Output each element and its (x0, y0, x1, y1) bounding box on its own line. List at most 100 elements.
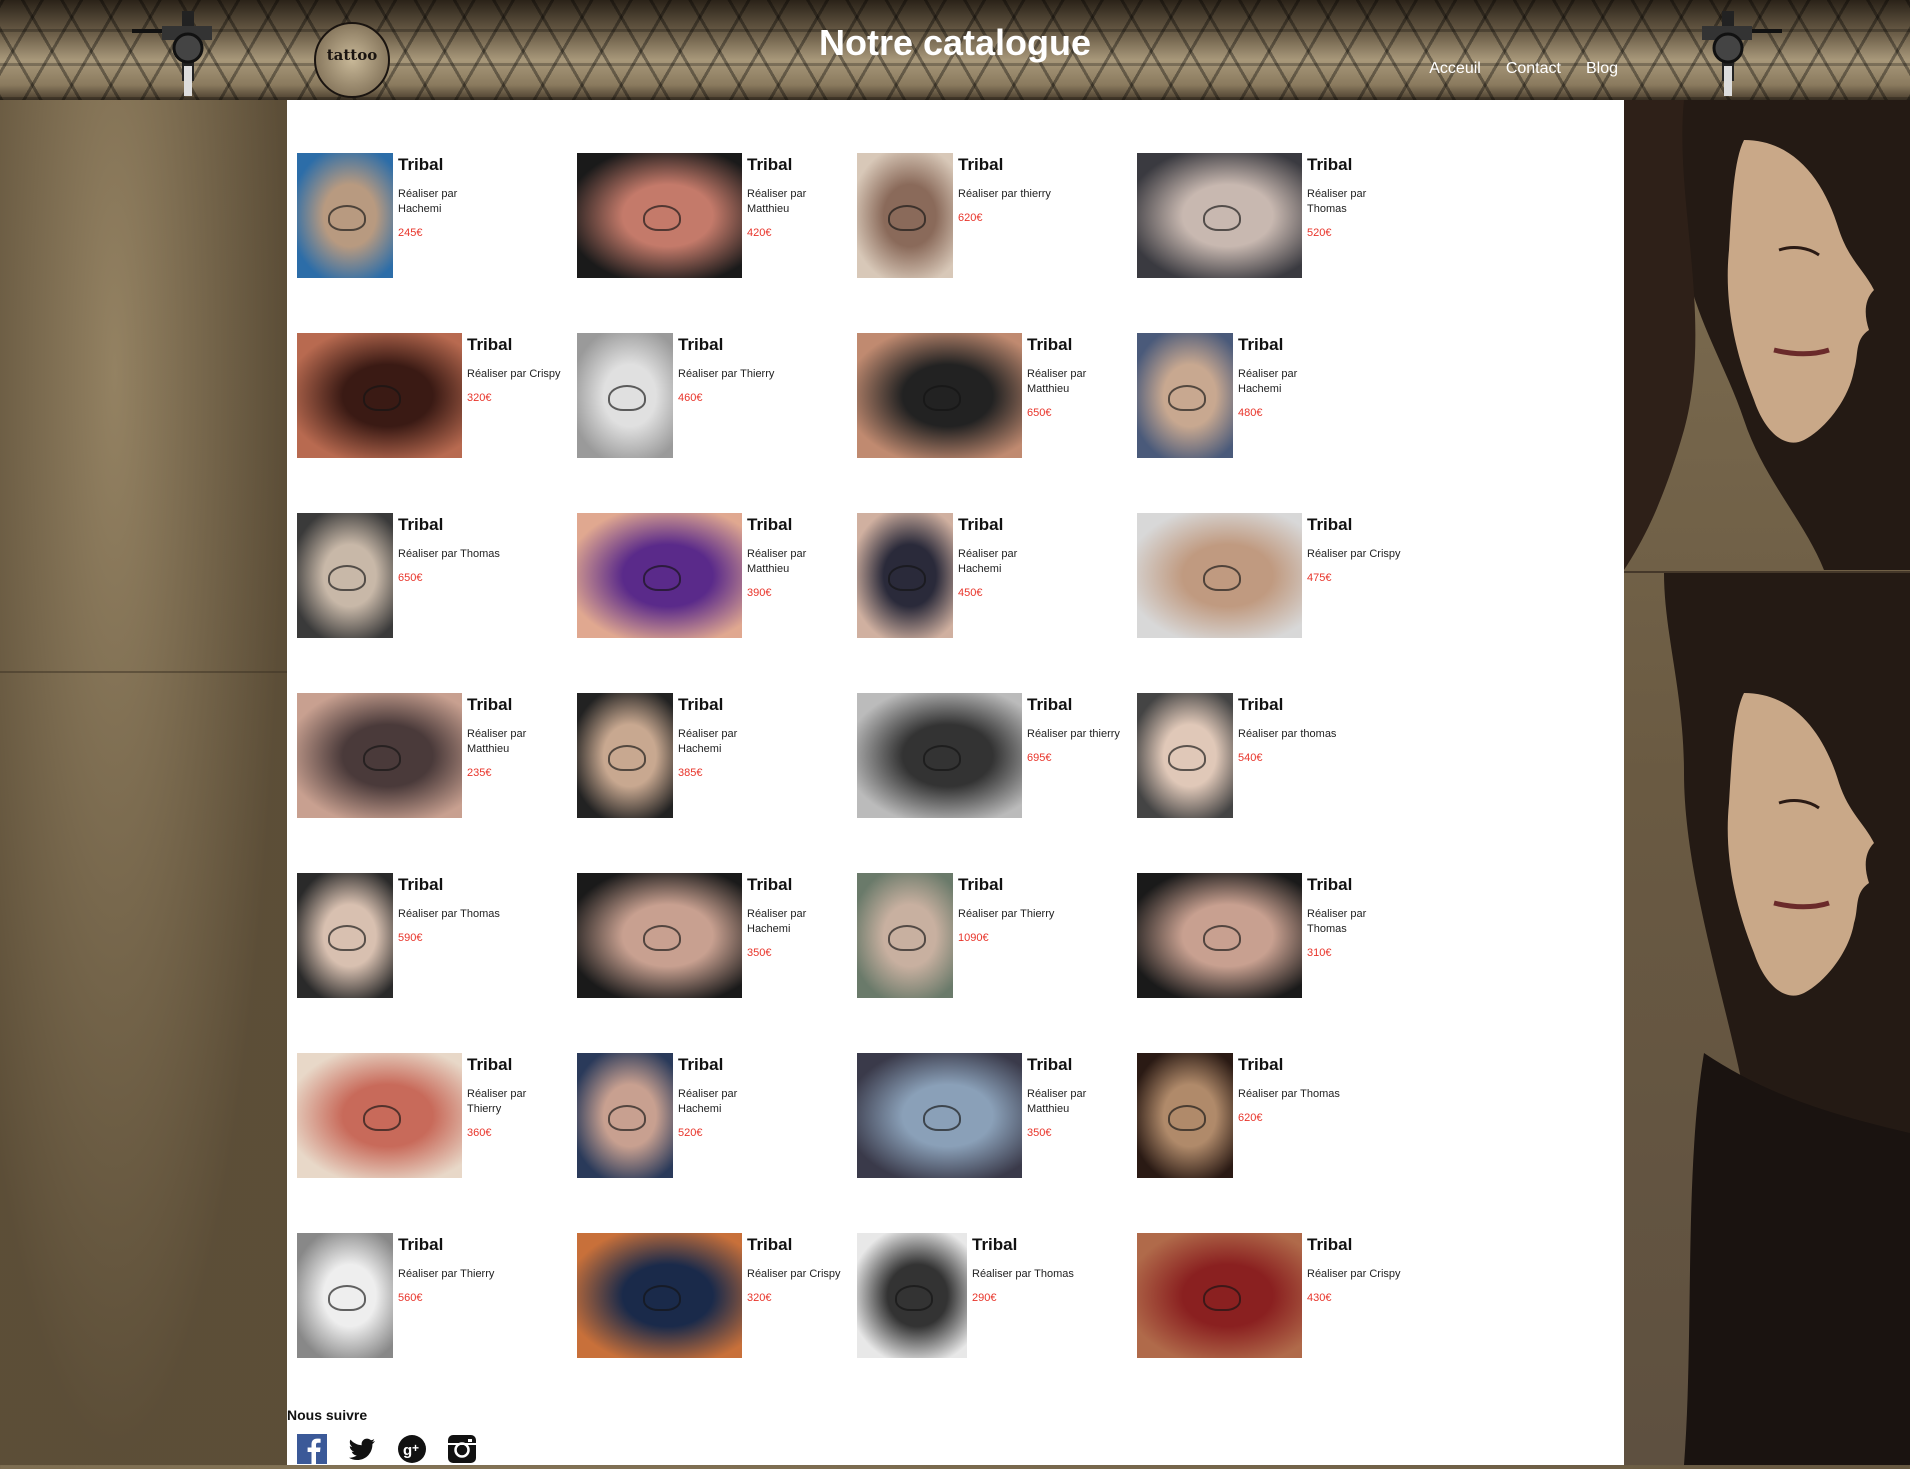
tattoo-photo[interactable] (1137, 153, 1302, 278)
item-title[interactable]: Tribal (1027, 1055, 1122, 1075)
tattoo-photo[interactable] (1137, 693, 1233, 818)
item-price: 310€ (1307, 947, 1332, 959)
item-title[interactable]: Tribal (1238, 335, 1343, 355)
catalogue-item[interactable]: Tribal Réaliser par Hachemi 245€ (297, 153, 577, 333)
tattoo-photo[interactable] (577, 333, 673, 458)
item-artist: Réaliser par Thomas (398, 908, 500, 920)
catalogue-item[interactable]: Tribal Réaliser par Hachemi 385€ (577, 693, 857, 873)
item-title[interactable]: Tribal (958, 875, 1063, 895)
item-title[interactable]: Tribal (467, 335, 562, 355)
item-artist: Réaliser par Thierry (678, 368, 775, 380)
tattoo-photo[interactable] (857, 513, 953, 638)
item-price: 620€ (958, 212, 983, 224)
catalogue-item[interactable]: Tribal Réaliser par Hachemi 480€ (1137, 333, 1417, 513)
catalogue-item[interactable]: Tribal Réaliser par Thomas 310€ (1137, 873, 1417, 1053)
tattoo-photo[interactable] (577, 1233, 742, 1358)
tattoo-motif (922, 1104, 961, 1131)
tattoo-photo[interactable] (297, 153, 393, 278)
tattoo-photo[interactable] (1137, 1233, 1302, 1358)
tattoo-photo[interactable] (857, 1233, 967, 1358)
item-title[interactable]: Tribal (747, 875, 842, 895)
item-price: 560€ (398, 1292, 423, 1304)
tattoo-photo[interactable] (577, 693, 673, 818)
item-title[interactable]: Tribal (1238, 1055, 1343, 1075)
tattoo-photo[interactable] (577, 153, 742, 278)
catalogue-item[interactable]: Tribal Réaliser par Thomas 620€ (1137, 1053, 1417, 1233)
tattoo-photo[interactable] (857, 873, 953, 998)
item-title[interactable]: Tribal (398, 155, 503, 175)
item-title[interactable]: Tribal (958, 515, 1063, 535)
nav-link-blog[interactable]: Blog (1586, 60, 1618, 78)
nav-link-contact[interactable]: Contact (1506, 60, 1561, 78)
item-title[interactable]: Tribal (398, 1235, 503, 1255)
catalogue-item[interactable]: Tribal Réaliser par thierry 695€ (857, 693, 1137, 873)
item-title[interactable]: Tribal (1307, 155, 1402, 175)
item-title[interactable]: Tribal (1307, 1235, 1402, 1255)
catalogue-item[interactable]: Tribal Réaliser par Crispy 320€ (577, 1233, 857, 1413)
tattoo-photo[interactable] (1137, 873, 1302, 998)
item-title[interactable]: Tribal (1027, 695, 1122, 715)
tattoo-photo[interactable] (857, 1053, 1022, 1178)
catalogue-item[interactable]: Tribal Réaliser par Hachemi 520€ (577, 1053, 857, 1233)
item-title[interactable]: Tribal (972, 1235, 1077, 1255)
catalogue-item[interactable]: Tribal Réaliser par Thierry 560€ (297, 1233, 577, 1413)
facebook-icon[interactable] (297, 1434, 327, 1464)
catalogue-item[interactable]: Tribal Réaliser par Thierry 1090€ (857, 873, 1137, 1053)
catalogue-item[interactable]: Tribal Réaliser par Crispy 475€ (1137, 513, 1417, 693)
catalogue-item[interactable]: Tribal Réaliser par Matthieu 235€ (297, 693, 577, 873)
catalogue-item[interactable]: Tribal Réaliser par thomas 540€ (1137, 693, 1417, 873)
item-artist: Réaliser par Crispy (467, 368, 561, 380)
catalogue-item[interactable]: Tribal Réaliser par Thomas 290€ (857, 1233, 1137, 1413)
item-title[interactable]: Tribal (467, 695, 562, 715)
catalogue-item[interactable]: Tribal Réaliser par Thierry 360€ (297, 1053, 577, 1233)
item-price: 460€ (678, 392, 703, 404)
catalogue-item[interactable]: Tribal Réaliser par Hachemi 450€ (857, 513, 1137, 693)
item-title[interactable]: Tribal (678, 335, 783, 355)
catalogue-item[interactable]: Tribal Réaliser par Thomas 650€ (297, 513, 577, 693)
tattoo-photo[interactable] (1137, 333, 1233, 458)
tattoo-photo[interactable] (857, 153, 953, 278)
catalogue-item[interactable]: Tribal Réaliser par Matthieu 390€ (577, 513, 857, 693)
catalogue-item[interactable]: Tribal Réaliser par Crispy 320€ (297, 333, 577, 513)
catalogue-item[interactable]: Tribal Réaliser par Thierry 460€ (577, 333, 857, 513)
catalogue-item[interactable]: Tribal Réaliser par Matthieu 350€ (857, 1053, 1137, 1233)
item-title[interactable]: Tribal (1027, 335, 1122, 355)
item-title[interactable]: Tribal (747, 515, 842, 535)
item-title[interactable]: Tribal (398, 875, 503, 895)
item-title[interactable]: Tribal (678, 1055, 783, 1075)
item-title[interactable]: Tribal (1238, 695, 1343, 715)
item-title[interactable]: Tribal (1307, 875, 1402, 895)
tattoo-photo[interactable] (297, 693, 462, 818)
tattoo-photo[interactable] (1137, 513, 1302, 638)
tattoo-photo[interactable] (297, 1053, 462, 1178)
item-title[interactable]: Tribal (958, 155, 1063, 175)
catalogue-item[interactable]: Tribal Réaliser par thierry 620€ (857, 153, 1137, 333)
tattoo-photo[interactable] (297, 873, 393, 998)
item-title[interactable]: Tribal (747, 1235, 842, 1255)
catalogue-item[interactable]: Tribal Réaliser par Matthieu 420€ (577, 153, 857, 333)
tattoo-photo[interactable] (857, 333, 1022, 458)
catalogue-item[interactable]: Tribal Réaliser par Hachemi 350€ (577, 873, 857, 1053)
google-plus-icon[interactable]: g + (397, 1434, 427, 1464)
tattoo-photo[interactable] (297, 1233, 393, 1358)
tattoo-photo[interactable] (1137, 1053, 1233, 1178)
item-title[interactable]: Tribal (467, 1055, 562, 1075)
catalogue-item[interactable]: Tribal Réaliser par Matthieu 650€ (857, 333, 1137, 513)
item-title[interactable]: Tribal (1307, 515, 1402, 535)
item-title[interactable]: Tribal (398, 515, 503, 535)
catalogue-item[interactable]: Tribal Réaliser par Crispy 430€ (1137, 1233, 1417, 1413)
item-title[interactable]: Tribal (678, 695, 783, 715)
twitter-icon[interactable] (347, 1434, 377, 1464)
item-artist: Réaliser par Matthieu (747, 188, 807, 215)
instagram-icon[interactable] (447, 1434, 477, 1464)
tattoo-photo[interactable] (297, 333, 462, 458)
tattoo-photo[interactable] (577, 873, 742, 998)
tattoo-photo[interactable] (297, 513, 393, 638)
tattoo-photo[interactable] (577, 513, 742, 638)
item-title[interactable]: Tribal (747, 155, 842, 175)
nav-link-home[interactable]: Acceuil (1429, 60, 1481, 78)
catalogue-item[interactable]: Tribal Réaliser par Thomas 590€ (297, 873, 577, 1053)
tattoo-photo[interactable] (577, 1053, 673, 1178)
tattoo-photo[interactable] (857, 693, 1022, 818)
catalogue-item[interactable]: Tribal Réaliser par Thomas 520€ (1137, 153, 1417, 333)
